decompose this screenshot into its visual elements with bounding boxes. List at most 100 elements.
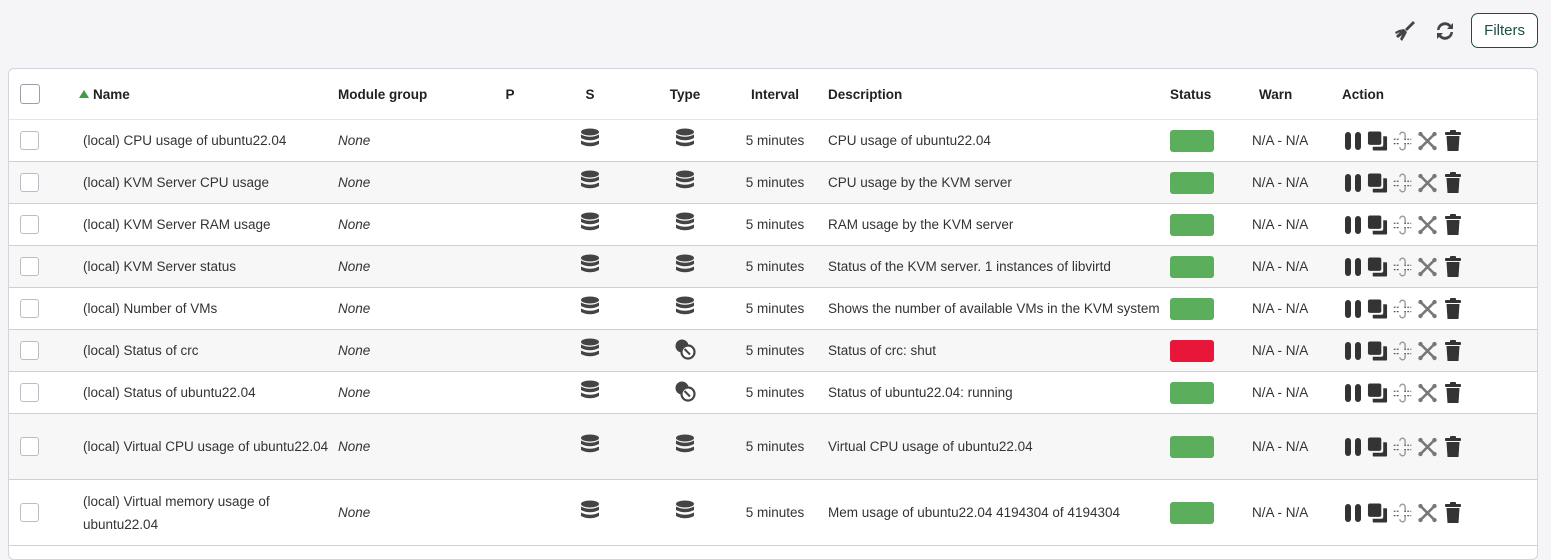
module-group: None	[330, 203, 480, 246]
delete-icon[interactable]	[1442, 435, 1463, 458]
delete-icon[interactable]	[1442, 381, 1463, 404]
row-checkbox[interactable]	[20, 131, 39, 150]
pause-icon[interactable]	[1342, 502, 1363, 524]
link-icon[interactable]	[1392, 340, 1413, 362]
delete-icon[interactable]	[1442, 297, 1463, 320]
warn-thresholds: N/A - N/A	[1250, 161, 1342, 204]
header-description[interactable]: Description	[820, 69, 1170, 120]
type-cell	[640, 161, 730, 204]
module-group: None	[330, 245, 480, 288]
copy-icon[interactable]	[1367, 130, 1388, 152]
delete-icon[interactable]	[1442, 501, 1463, 524]
module-name[interactable]: (local) KVM Server status	[75, 245, 330, 288]
delete-icon[interactable]	[1442, 339, 1463, 362]
pause-icon[interactable]	[1342, 256, 1363, 278]
pause-icon[interactable]	[1342, 340, 1363, 362]
module-name[interactable]: (local) Status of ubuntu22.04	[75, 371, 330, 414]
unlink-icon[interactable]	[1417, 340, 1438, 362]
filters-button[interactable]: Filters	[1471, 13, 1538, 48]
header-s[interactable]: S	[540, 69, 640, 120]
refresh-icon[interactable]	[1431, 17, 1459, 45]
table-row: (local) Virtual CPU usage of ubuntu22.04…	[9, 413, 1537, 480]
unlink-icon[interactable]	[1417, 214, 1438, 236]
header-interval[interactable]: Interval	[730, 69, 820, 120]
unlink-icon[interactable]	[1417, 130, 1438, 152]
row-checkbox[interactable]	[20, 215, 39, 234]
row-checkbox[interactable]	[20, 437, 39, 456]
module-name[interactable]: (local) KVM Server CPU usage	[75, 161, 330, 204]
header-module-group[interactable]: Module group	[330, 69, 480, 120]
row-checkbox[interactable]	[20, 257, 39, 276]
p-cell	[480, 371, 540, 414]
link-icon[interactable]	[1392, 214, 1413, 236]
p-cell	[480, 479, 540, 546]
pause-icon[interactable]	[1342, 382, 1363, 404]
row-checkbox[interactable]	[20, 173, 39, 192]
link-icon[interactable]	[1392, 298, 1413, 320]
table-row: (local) KVM Server status None 5 minutes…	[9, 245, 1537, 288]
row-checkbox[interactable]	[20, 341, 39, 360]
unlink-icon[interactable]	[1417, 298, 1438, 320]
copy-icon[interactable]	[1367, 172, 1388, 194]
header-p[interactable]: P	[480, 69, 540, 120]
pause-icon[interactable]	[1342, 436, 1363, 458]
delete-icon[interactable]	[1442, 129, 1463, 152]
warn-thresholds: N/A - N/A	[1250, 479, 1342, 546]
interval: 5 minutes	[730, 203, 820, 246]
database-icon	[675, 128, 695, 153]
type-cell	[640, 287, 730, 330]
module-name[interactable]: (local) Virtual memory usage of ubuntu22…	[75, 479, 330, 546]
interval: 5 minutes	[730, 371, 820, 414]
copy-icon[interactable]	[1367, 256, 1388, 278]
select-all-checkbox[interactable]	[20, 84, 40, 104]
copy-icon[interactable]	[1367, 502, 1388, 524]
unlink-icon[interactable]	[1417, 436, 1438, 458]
link-icon[interactable]	[1392, 382, 1413, 404]
status-indicator	[1170, 297, 1214, 320]
broom-icon[interactable]	[1391, 17, 1419, 45]
type-cell	[640, 413, 730, 480]
delete-icon[interactable]	[1442, 213, 1463, 236]
unlink-icon[interactable]	[1417, 172, 1438, 194]
delete-icon[interactable]	[1442, 171, 1463, 194]
pause-icon[interactable]	[1342, 298, 1363, 320]
link-icon[interactable]	[1392, 436, 1413, 458]
warn-thresholds: N/A - N/A	[1250, 329, 1342, 372]
pause-icon[interactable]	[1342, 172, 1363, 194]
module-name[interactable]: (local) Status of crc	[75, 329, 330, 372]
warn-thresholds: N/A - N/A	[1250, 287, 1342, 330]
header-type[interactable]: Type	[640, 69, 730, 120]
row-checkbox[interactable]	[20, 299, 39, 318]
copy-icon[interactable]	[1367, 214, 1388, 236]
pause-icon[interactable]	[1342, 130, 1363, 152]
action-cell	[1342, 413, 1537, 480]
header-status[interactable]: Status	[1170, 69, 1250, 120]
module-name[interactable]: (local) Virtual CPU usage of ubuntu22.04	[75, 413, 330, 480]
link-icon[interactable]	[1392, 172, 1413, 194]
row-checkbox[interactable]	[20, 383, 39, 402]
database-icon	[675, 212, 695, 237]
module-group: None	[330, 287, 480, 330]
copy-icon[interactable]	[1367, 436, 1388, 458]
unlink-icon[interactable]	[1417, 256, 1438, 278]
copy-icon[interactable]	[1367, 382, 1388, 404]
module-name[interactable]: (local) Number of VMs	[75, 287, 330, 330]
module-name[interactable]: (local) KVM Server RAM usage	[75, 203, 330, 246]
s-cell	[540, 245, 640, 288]
header-name[interactable]: Name	[75, 69, 330, 120]
database-icon	[580, 500, 600, 525]
module-name[interactable]: (local) CPU usage of ubuntu22.04	[75, 119, 330, 162]
interval: 5 minutes	[730, 245, 820, 288]
delete-icon[interactable]	[1442, 255, 1463, 278]
row-checkbox[interactable]	[20, 503, 39, 522]
table-row: (local) Status of crc None 5 minutes Sta…	[9, 329, 1537, 372]
copy-icon[interactable]	[1367, 340, 1388, 362]
unlink-icon[interactable]	[1417, 382, 1438, 404]
module-group: None	[330, 329, 480, 372]
link-icon[interactable]	[1392, 130, 1413, 152]
unlink-icon[interactable]	[1417, 502, 1438, 524]
copy-icon[interactable]	[1367, 298, 1388, 320]
link-icon[interactable]	[1392, 502, 1413, 524]
link-icon[interactable]	[1392, 256, 1413, 278]
pause-icon[interactable]	[1342, 214, 1363, 236]
